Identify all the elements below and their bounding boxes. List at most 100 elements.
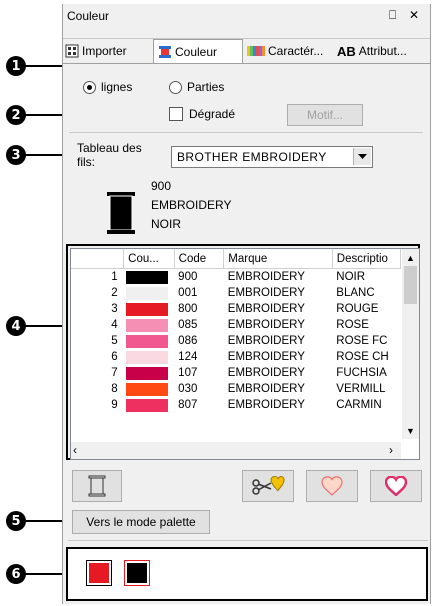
row-color-cell xyxy=(124,269,175,286)
heart-outline-button[interactable] xyxy=(370,470,422,502)
current-thread-brand: EMBROIDERY xyxy=(151,198,232,212)
row-color-cell xyxy=(124,397,175,413)
row-code: 807 xyxy=(178,399,198,411)
table-row[interactable]: 9 807 EMBROIDERY CARMIN xyxy=(71,397,401,413)
pin-icon[interactable]: ⎕ xyxy=(389,8,396,23)
table-row[interactable]: 3 800 EMBROIDERY ROUGE xyxy=(71,301,401,317)
tab-attributs[interactable]: AB Attribut... xyxy=(337,40,429,62)
thread-table-select[interactable]: BROTHER EMBROIDERY xyxy=(171,146,373,168)
row-index: 4 xyxy=(111,319,118,331)
gradient-checkbox[interactable]: Dégradé xyxy=(169,107,235,121)
table-row[interactable]: 6 124 EMBROIDERY ROSE CH xyxy=(71,349,401,365)
color-swatch xyxy=(125,366,168,380)
chevron-down-icon[interactable] xyxy=(353,148,371,165)
tab-caracteres[interactable]: Caractér... xyxy=(247,40,333,62)
radio-parties-label: Parties xyxy=(187,80,225,94)
radio-parties-dot xyxy=(169,80,182,94)
row-code: 001 xyxy=(178,287,198,299)
row-brand: EMBROIDERY xyxy=(227,383,305,395)
used-color-fill xyxy=(127,563,147,583)
panel-title: Couleur xyxy=(67,9,110,23)
row-description: ROSE xyxy=(336,319,369,331)
color-swatch xyxy=(125,270,168,284)
row-brand: EMBROIDERY xyxy=(227,287,305,299)
used-color-swatch-1[interactable] xyxy=(86,560,112,586)
scroll-down-icon[interactable]: ▼ xyxy=(402,422,419,439)
row-brand: EMBROIDERY xyxy=(227,319,305,331)
gradient-checkbox-box xyxy=(169,107,183,121)
thread-table-label-line1: Tableau des xyxy=(77,141,142,155)
tab-label: Couleur xyxy=(175,44,218,59)
used-color-swatch-2[interactable] xyxy=(124,560,150,586)
table-row[interactable]: 5 086 EMBROIDERY ROSE FC xyxy=(71,333,401,349)
column-header-description[interactable]: Descriptio xyxy=(332,249,401,269)
divider xyxy=(68,540,428,541)
row-index: 5 xyxy=(111,335,118,347)
row-color-cell xyxy=(124,381,175,397)
callout-6: 6 xyxy=(6,564,26,584)
vertical-scrollbar[interactable]: ▲ ▼ xyxy=(402,249,419,439)
close-icon[interactable]: ✕ xyxy=(409,8,419,22)
tab-label: Attribut... xyxy=(358,44,407,58)
row-index: 8 xyxy=(111,383,118,395)
current-thread-name: NOIR xyxy=(151,217,181,231)
row-brand: EMBROIDERY xyxy=(227,271,305,283)
row-color-cell xyxy=(124,365,175,381)
heart-fill-button[interactable] xyxy=(306,470,358,502)
callout-3: 3 xyxy=(6,145,26,165)
divider xyxy=(63,38,430,39)
scroll-left-icon[interactable]: ‹ xyxy=(73,443,77,457)
tab-bar: Importer Couleur Caractér... AB Attribut… xyxy=(63,39,430,63)
row-index: 2 xyxy=(111,287,118,299)
column-header-code[interactable]: Code xyxy=(174,249,225,269)
row-brand: EMBROIDERY xyxy=(227,351,305,363)
radio-lignes[interactable]: lignes xyxy=(83,80,132,94)
row-brand: EMBROIDERY xyxy=(227,335,305,347)
color-icon xyxy=(159,45,171,58)
attribute-icon: AB xyxy=(337,43,356,59)
row-description: VERMILL xyxy=(336,383,386,395)
callout-1: 1 xyxy=(6,56,26,76)
row-brand: EMBROIDERY xyxy=(227,399,305,411)
color-swatch xyxy=(125,318,168,332)
column-header-color[interactable]: Cou... xyxy=(123,249,175,269)
panel-titlebar: Couleur ⎕ ✕ xyxy=(63,4,430,26)
row-index: 9 xyxy=(111,399,118,411)
column-header-index[interactable] xyxy=(71,249,125,269)
table-row[interactable]: 4 085 EMBROIDERY ROSE xyxy=(71,317,401,333)
scroll-right-icon[interactable]: › xyxy=(389,443,393,457)
cut-heart-button[interactable] xyxy=(242,470,294,502)
table-row[interactable]: 7 107 EMBROIDERY FUCHSIA xyxy=(71,365,401,381)
import-icon xyxy=(65,44,79,58)
spool-view-button[interactable] xyxy=(72,470,122,502)
motif-button[interactable]: Motif... xyxy=(287,104,363,126)
row-description: BLANC xyxy=(336,287,375,299)
thread-table: Cou... Code Marque Descriptio 1 900 EMBROI… xyxy=(71,249,401,413)
thread-grid[interactable]: Cou... Code Marque Descriptio 1 900 EMBROI… xyxy=(70,248,420,460)
spool-outline-icon xyxy=(88,475,106,497)
callout-4: 4 xyxy=(6,316,26,336)
row-description: ROSE FC xyxy=(336,335,388,347)
character-icon xyxy=(247,46,265,56)
row-color-cell xyxy=(124,317,175,333)
table-row[interactable]: 2 001 EMBROIDERY BLANC xyxy=(71,285,401,301)
heart-fill-icon xyxy=(321,476,343,496)
tab-importer[interactable]: Importer xyxy=(65,40,150,62)
row-code: 900 xyxy=(178,271,198,283)
column-header-brand[interactable]: Marque xyxy=(223,249,333,269)
row-index: 3 xyxy=(111,303,118,315)
table-row[interactable]: 8 030 EMBROIDERY VERMILL xyxy=(71,381,401,397)
table-row[interactable]: 1 900 EMBROIDERY NOIR xyxy=(71,269,401,286)
row-code: 107 xyxy=(178,367,198,379)
row-code: 030 xyxy=(178,383,198,395)
scroll-thumb[interactable] xyxy=(404,266,417,304)
callout-2: 2 xyxy=(6,105,26,125)
horizontal-scrollbar[interactable]: ‹ › xyxy=(71,442,401,459)
radio-lignes-dot xyxy=(83,80,96,94)
palette-mode-button[interactable]: Vers le mode palette xyxy=(72,510,210,534)
color-swatch xyxy=(125,286,168,300)
tab-couleur[interactable]: Couleur xyxy=(153,39,243,63)
row-description: ROSE CH xyxy=(336,351,389,363)
radio-parties[interactable]: Parties xyxy=(169,80,224,94)
scroll-up-icon[interactable]: ▲ xyxy=(402,249,419,266)
